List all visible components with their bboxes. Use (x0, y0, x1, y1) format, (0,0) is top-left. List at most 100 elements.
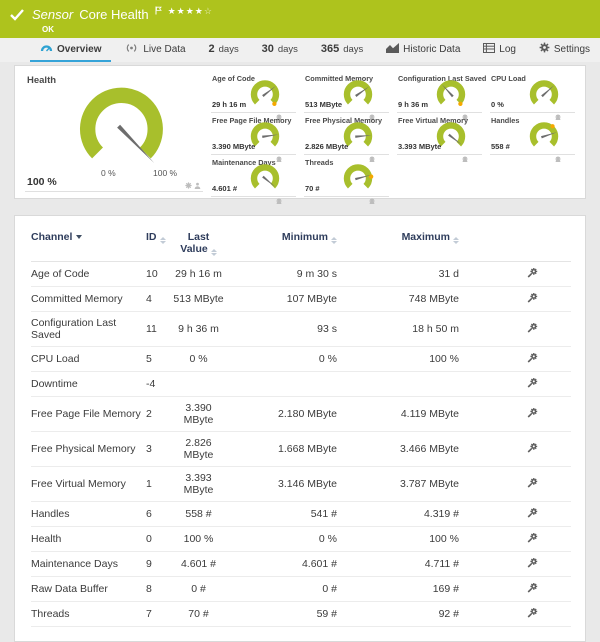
channel-settings-icon[interactable] (527, 377, 538, 388)
gauges-panel: Health 0 % 100 % 100 % Age of Code 29 h … (14, 65, 586, 204)
channel-name-cell: CPU Load (31, 346, 146, 372)
gauge-value: 0 % (491, 100, 504, 109)
tab-bar: Overview Live Data 2 days 30 days 365 da… (0, 38, 600, 62)
channel-settings-icon[interactable] (527, 352, 538, 363)
tab-historic-data[interactable]: Historic Data (376, 38, 470, 62)
channel-maximum-cell: 3.787 MByte (337, 466, 459, 502)
channel-name-cell: Handles (31, 501, 146, 527)
table-row: Age of Code 10 29 h 16 m 9 m 30 s 31 d (31, 261, 571, 287)
channel-name-cell: Raw Data Buffer (31, 576, 146, 602)
tab-30-days[interactable]: 30 days (252, 38, 308, 62)
channel-settings-icon[interactable] (527, 292, 538, 303)
chart-icon (386, 42, 400, 56)
channel-id-cell: 5 (146, 346, 171, 372)
table-row: Free Page File Memory 2 3.390 MByte 2.18… (31, 396, 571, 432)
gauge-value: 3.393 MByte (398, 142, 442, 151)
table-row: Configuration Last Saved 11 9 h 36 m 93 … (31, 311, 571, 347)
channel-settings-icon[interactable] (527, 607, 538, 618)
gauge-label: Threads (305, 158, 334, 167)
channel-id-cell: 4 (146, 286, 171, 312)
channel-settings-icon[interactable] (527, 532, 538, 543)
channel-name-cell: Maintenance Days (31, 551, 146, 577)
channel-settings-icon[interactable] (527, 557, 538, 568)
gauge-scale-min: 0 % (101, 168, 116, 178)
channel-minimum-cell: 59 # (226, 601, 337, 627)
channel-settings-icon[interactable] (527, 267, 538, 278)
table-row: Free Virtual Memory 1 3.393 MByte 3.146 … (31, 466, 571, 502)
mini-gauge (436, 80, 466, 106)
mini-gauge (529, 122, 559, 147)
channel-last-value-cell: 3.393 MByte (171, 466, 226, 502)
column-header-channel[interactable]: Channel (31, 222, 146, 262)
tab-365-days[interactable]: 365 days (311, 38, 373, 62)
channel-id-cell: 0 (146, 526, 171, 552)
channel-settings-icon[interactable] (527, 442, 538, 453)
gauge-value: 3.390 MByte (212, 142, 256, 151)
table-row: Handles 6 558 # 541 # 4.319 # (31, 501, 571, 527)
column-header-edit (459, 222, 571, 262)
gauge-settings-icon[interactable] (185, 182, 192, 189)
log-table-icon (483, 42, 496, 56)
column-header-minimum[interactable]: Minimum (226, 222, 337, 262)
channel-id-cell: 7 (146, 601, 171, 627)
channel-id-cell: -4 (146, 371, 171, 397)
channel-minimum-cell: 93 s (226, 311, 337, 347)
live-signal-icon (124, 43, 139, 56)
mini-gauge-cell: Free Page File Memory 3.390 MByte (211, 115, 296, 162)
table-row: Health 0 100 % 0 % 100 % (31, 526, 571, 552)
tab-live-data[interactable]: Live Data (114, 38, 195, 62)
table-row: Maintenance Days 9 4.601 # 4.601 # 4.711… (31, 551, 571, 577)
channel-maximum-cell: 169 # (337, 576, 459, 602)
channel-id-cell: 1 (146, 466, 171, 502)
channel-last-value-cell: 4.601 # (171, 551, 226, 577)
channel-last-value-cell: 9 h 36 m (171, 311, 226, 347)
channel-table: Channel ID Last Value Minimum Maximum Ag… (31, 222, 571, 627)
channel-name-cell: Free Virtual Memory (31, 466, 146, 502)
channel-table-panel: Channel ID Last Value Minimum Maximum Ag… (14, 215, 586, 642)
channel-maximum-cell: 3.466 MByte (337, 431, 459, 467)
tab-log[interactable]: Log (473, 38, 526, 62)
channel-settings-icon[interactable] (527, 507, 538, 518)
channel-last-value-cell: 70 # (171, 601, 226, 627)
status-badge: OK (42, 25, 54, 34)
channel-id-cell: 11 (146, 311, 171, 347)
channel-id-cell: 10 (146, 261, 171, 287)
priority-stars[interactable]: ★★★★☆ (168, 6, 213, 17)
gauge-value: 558 # (491, 142, 510, 151)
channel-minimum-cell: 4.601 # (226, 551, 337, 577)
channel-minimum-cell: 0 % (226, 346, 337, 372)
flag-icon[interactable] (155, 6, 162, 15)
column-header-id[interactable]: ID (146, 222, 171, 262)
channel-settings-icon[interactable] (527, 407, 538, 418)
mini-gauge (343, 164, 374, 189)
channel-maximum-cell: 18 h 50 m (337, 311, 459, 347)
channel-last-value-cell: 558 # (171, 501, 226, 527)
channel-minimum-cell: 2.180 MByte (226, 396, 337, 432)
channel-last-value-cell: 2.826 MByte (171, 431, 226, 467)
column-header-maximum[interactable]: Maximum (337, 222, 459, 262)
channel-last-value-cell: 0 # (171, 576, 226, 602)
channel-maximum-cell: 4.119 MByte (337, 396, 459, 432)
channel-settings-icon[interactable] (527, 477, 538, 488)
channel-name-cell: Committed Memory (31, 286, 146, 312)
channel-maximum-cell: 748 MByte (337, 286, 459, 312)
tab-settings[interactable]: Settings (529, 38, 600, 62)
gauge-user-icon[interactable] (194, 182, 201, 189)
channel-settings-icon[interactable] (527, 582, 538, 593)
channel-last-value-cell: 29 h 16 m (171, 261, 226, 287)
channel-maximum-cell: 4.711 # (337, 551, 459, 577)
mini-gauge-cell: Age of Code 29 h 16 m (211, 73, 296, 120)
sort-icon (159, 237, 166, 244)
channel-name-cell: Free Physical Memory (31, 431, 146, 467)
tab-overview[interactable]: Overview (30, 38, 112, 62)
channel-last-value-cell: 0 % (171, 346, 226, 372)
channel-settings-icon[interactable] (527, 322, 538, 333)
table-row: Raw Data Buffer 8 0 # 0 # 169 # (31, 576, 571, 602)
channel-minimum-cell (226, 371, 337, 397)
column-header-last-value[interactable]: Last Value (171, 222, 226, 262)
status-ok-check-icon (10, 8, 24, 21)
mini-gauge (529, 80, 559, 105)
tab-2-days[interactable]: 2 days (199, 38, 249, 62)
channel-minimum-cell: 9 m 30 s (226, 261, 337, 287)
gauge-value: 70 # (305, 184, 320, 193)
